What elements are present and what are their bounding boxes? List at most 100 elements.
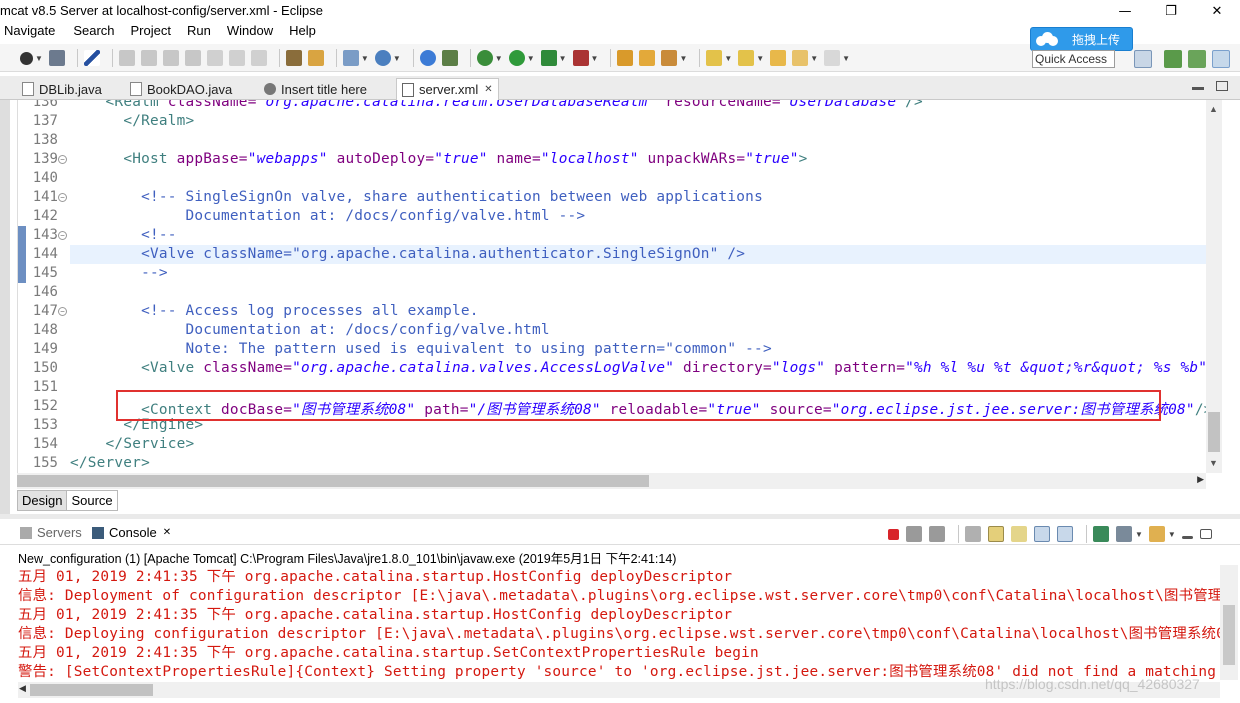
maximize-pane-icon[interactable] [1199,529,1212,539]
prev-annotation-icon[interactable] [738,50,755,66]
quick-access-input[interactable]: Quick Access [1032,50,1115,68]
close-tab-icon[interactable]: ✕ [163,527,171,538]
menu-window[interactable]: Window [227,22,273,42]
resume-icon[interactable] [118,50,135,66]
prev-annotation-dropdown-icon[interactable]: ▼ [756,54,764,63]
new-dropdown-icon[interactable]: ▼ [35,54,43,63]
word-wrap-icon[interactable] [1011,526,1027,542]
external-dropdown-icon[interactable]: ▼ [591,54,599,63]
menu-run[interactable]: Run [187,22,211,42]
close-window-button[interactable]: ✕ [1194,0,1240,22]
code-line[interactable]: <!-- [70,227,177,243]
step-into-icon[interactable] [206,50,223,66]
console-output[interactable]: 五月 01, 2019 2:41:35 下午 org.apache.catali… [18,565,1220,680]
java-perspective-icon[interactable] [1164,50,1182,68]
tab-source[interactable]: Source [67,490,118,511]
build-icon[interactable] [441,50,458,66]
new-icon[interactable] [20,51,33,65]
menu-search[interactable]: Search [73,22,114,42]
save-icon[interactable] [48,50,65,66]
back-icon[interactable] [792,50,809,66]
coverage-icon[interactable] [540,50,557,66]
restore-button[interactable]: ❐ [1148,0,1194,22]
menu-project[interactable]: Project [131,22,171,42]
close-tab-icon[interactable]: ✕ [484,84,492,95]
tab-servers[interactable]: Servers [20,525,82,540]
pin-console-icon[interactable] [1093,526,1109,542]
minimize-button[interactable]: — [1102,0,1148,22]
code-line[interactable]: </Server> [70,455,150,471]
scroll-thumb[interactable] [1208,412,1220,452]
upload-button[interactable]: 拖拽上传 [1030,27,1133,51]
web-browser-icon[interactable] [419,50,436,66]
tab-design[interactable]: Design [17,490,68,511]
fold-toggle-icon[interactable]: − [58,307,67,316]
class-dropdown-icon[interactable]: ▼ [393,54,401,63]
terminate-icon[interactable] [162,50,179,66]
next-annotation-dropdown-icon[interactable]: ▼ [724,54,732,63]
code-line[interactable]: </Realm> [70,113,194,129]
menu-navigate[interactable]: Navigate [4,22,55,42]
debug-perspective-icon[interactable] [1188,50,1206,68]
open-console-icon[interactable] [1148,526,1165,542]
console-vertical-scrollbar[interactable] [1220,565,1238,680]
publish-icon[interactable] [307,50,324,66]
scroll-left-icon[interactable]: ◀ [19,683,26,694]
coverage-dropdown-icon[interactable]: ▼ [559,54,567,63]
tab-server-xml[interactable]: server.xml ✕ [396,78,499,100]
code-line[interactable]: --> [70,265,168,281]
fold-toggle-icon[interactable]: − [58,193,67,202]
search-pencil-icon[interactable] [661,50,678,66]
remove-all-icon[interactable] [929,526,945,542]
external-tools-icon[interactable] [572,50,589,66]
forward-icon[interactable] [824,50,841,66]
tab-dblib[interactable]: DBLib.java [22,78,102,100]
new-class-icon[interactable] [374,50,391,66]
display-dropdown-icon[interactable]: ▼ [1135,530,1143,539]
code-line[interactable]: Documentation at: /docs/config/valve.htm… [70,322,550,338]
maximize-pane-icon[interactable] [1216,81,1228,91]
debug-icon[interactable] [476,50,493,66]
run-icon[interactable] [508,50,525,66]
run-dropdown-icon[interactable]: ▼ [527,54,535,63]
code-line[interactable]: Documentation at: /docs/config/valve.htm… [70,208,585,224]
code-line[interactable]: <!-- Access log processes all example. [70,303,479,319]
fold-toggle-icon[interactable]: − [58,231,67,240]
forward-dropdown-icon[interactable]: ▼ [842,54,850,63]
code-line[interactable]: <Realm className="org.apache.catalina.re… [70,100,923,110]
suspend-icon[interactable] [140,50,157,66]
back-dropdown-icon[interactable]: ▼ [810,54,818,63]
last-edit-icon[interactable] [770,50,787,66]
open-dropdown-icon[interactable]: ▼ [1168,530,1176,539]
code-line[interactable]: <!-- SingleSignOn valve, share authentic… [70,189,763,205]
javaee-perspective-icon[interactable] [1212,50,1230,68]
show-stderr-icon[interactable] [1057,526,1073,542]
code-line[interactable]: <Valve className="org.apache.catalina.va… [70,360,1207,376]
open-folder-icon[interactable] [639,50,656,66]
fold-toggle-icon[interactable]: − [58,155,67,164]
skip-breakpoints-icon[interactable] [83,50,100,66]
scroll-thumb[interactable] [30,684,153,696]
minimize-pane-icon[interactable] [1192,87,1204,90]
tab-console[interactable]: Console ✕ [92,525,171,540]
step-return-icon[interactable] [250,50,267,66]
clear-console-icon[interactable] [965,526,981,542]
next-annotation-icon[interactable] [706,50,723,66]
display-console-icon[interactable] [1116,526,1132,542]
editor-vertical-scrollbar[interactable]: ▲ ▼ [1206,100,1222,473]
new-wizard-icon[interactable] [342,50,359,66]
wizard-dropdown-icon[interactable]: ▼ [361,54,369,63]
editor-horizontal-scrollbar[interactable]: ▶ [17,473,1206,489]
scroll-up-icon[interactable]: ▲ [1209,104,1218,114]
open-type-icon[interactable] [617,50,634,66]
step-over-icon[interactable] [228,50,245,66]
tab-bookdao[interactable]: BookDAO.java [130,78,232,100]
code-line[interactable]: Note: The pattern used is equivalent to … [70,341,772,357]
scroll-right-icon[interactable]: ▶ [1197,474,1204,485]
scroll-thumb[interactable] [1223,605,1235,665]
code-line[interactable]: <Host appBase="webapps" autoDeploy="true… [70,151,807,167]
search-dropdown-icon[interactable]: ▼ [679,54,687,63]
scroll-lock-icon[interactable] [988,526,1004,542]
show-stdout-icon[interactable] [1034,526,1050,542]
code-line[interactable]: <Valve className="org.apache.catalina.au… [70,246,745,262]
